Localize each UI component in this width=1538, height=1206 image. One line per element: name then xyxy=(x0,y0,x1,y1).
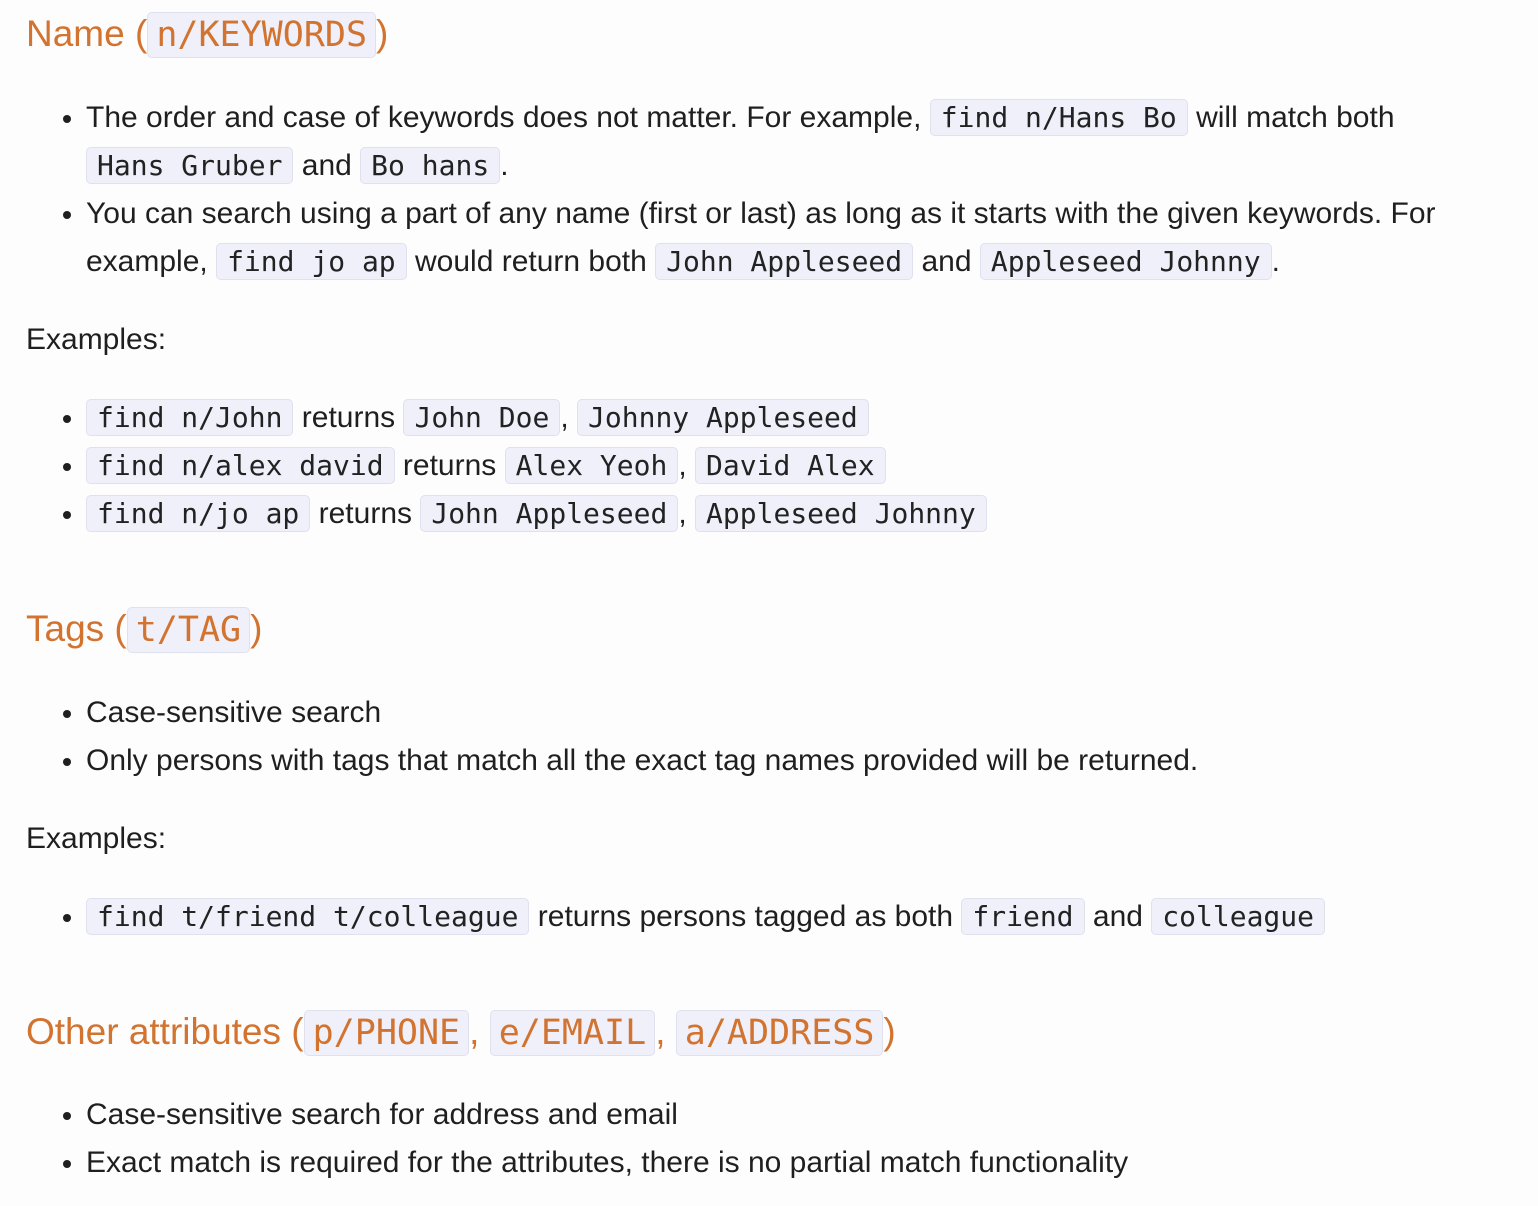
name-rules-list: The order and case of keywords does not … xyxy=(26,94,1516,286)
text: returns xyxy=(310,497,421,530)
list-item: Case-sensitive search for address and em… xyxy=(86,1091,1516,1139)
command-code: find t/friend t/colleague xyxy=(86,898,530,935)
command-code: find n/jo ap xyxy=(86,495,311,532)
text: , xyxy=(469,1011,490,1052)
inline-code: Appleseed Johnny xyxy=(979,243,1272,280)
list-item: The order and case of keywords does not … xyxy=(86,94,1516,190)
tags-examples-list: find t/friend t/colleague returns person… xyxy=(26,893,1516,941)
result-code: Alex Yeoh xyxy=(504,447,679,484)
list-item: find n/jo ap returns John Appleseed, App… xyxy=(86,490,1516,538)
other-rules-list: Case-sensitive search for address and em… xyxy=(26,1091,1516,1187)
list-item: find n/John returns John Doe, Johnny App… xyxy=(86,394,1516,442)
tags-examples-label: Examples: xyxy=(26,822,167,855)
inline-code: find n/Hans Bo xyxy=(929,99,1188,136)
inline-code: John Appleseed xyxy=(655,243,914,280)
text: would return both xyxy=(406,245,656,278)
result-code: colleague xyxy=(1151,898,1325,935)
result-code: Appleseed Johnny xyxy=(695,495,987,532)
tags-rules-list: Case-sensitive search Only persons with … xyxy=(26,689,1516,785)
list-item: You can search using a part of any name … xyxy=(86,190,1516,286)
command-code: find n/alex david xyxy=(86,447,395,484)
other-heading-prefix: Other attributes ( xyxy=(26,1011,304,1052)
name-heading: Name (n/KEYWORDS) xyxy=(26,8,388,61)
text: , xyxy=(678,497,696,530)
tags-heading-code: t/TAG xyxy=(126,607,251,653)
inline-code: Bo hans xyxy=(360,147,501,184)
result-code: David Alex xyxy=(695,447,886,484)
text: , xyxy=(560,401,578,434)
address-code: a/ADDRESS xyxy=(675,1010,884,1056)
text: , xyxy=(678,449,696,482)
text: . xyxy=(1271,245,1280,278)
other-heading-suffix: ) xyxy=(883,1011,896,1052)
text: returns xyxy=(394,449,505,482)
other-attributes-heading: Other attributes (p/PHONE, e/EMAIL, a/AD… xyxy=(26,1006,896,1059)
result-code: Johnny Appleseed xyxy=(577,399,869,436)
inline-code: find jo ap xyxy=(216,243,407,280)
text: and xyxy=(293,149,361,182)
text: returns xyxy=(293,401,404,434)
list-item: find n/alex david returns Alex Yeoh, Dav… xyxy=(86,442,1516,490)
text: will match both xyxy=(1187,101,1395,134)
list-item: Exact match is required for the attribut… xyxy=(86,1139,1516,1187)
text: and xyxy=(1084,900,1152,933)
tags-heading-suffix: ) xyxy=(250,608,263,649)
name-examples-label: Examples: xyxy=(26,323,167,356)
name-heading-code: n/KEYWORDS xyxy=(147,12,377,58)
text: and xyxy=(913,245,980,278)
text: , xyxy=(655,1011,676,1052)
tags-heading-prefix: Tags ( xyxy=(26,608,127,649)
text: . xyxy=(500,149,509,182)
result-code: friend xyxy=(961,898,1085,935)
document-page: Name (n/KEYWORDS) The order and case of … xyxy=(0,0,1538,1206)
inline-code: Hans Gruber xyxy=(86,147,294,184)
tags-heading: Tags (t/TAG) xyxy=(26,603,262,656)
list-item: Only persons with tags that match all th… xyxy=(86,737,1516,785)
email-code: e/EMAIL xyxy=(489,1010,656,1056)
phone-code: p/PHONE xyxy=(303,1010,470,1056)
name-heading-suffix: ) xyxy=(376,13,389,54)
result-code: John Appleseed xyxy=(420,495,679,532)
list-item: Case-sensitive search xyxy=(86,689,1516,737)
text: returns persons tagged as both xyxy=(529,900,962,933)
name-heading-prefix: Name ( xyxy=(26,13,148,54)
command-code: find n/John xyxy=(86,399,294,436)
text: The order and case of keywords does not … xyxy=(86,101,930,134)
name-examples-list: find n/John returns John Doe, Johnny App… xyxy=(26,394,1516,538)
result-code: John Doe xyxy=(403,399,561,436)
list-item: find t/friend t/colleague returns person… xyxy=(86,893,1516,941)
